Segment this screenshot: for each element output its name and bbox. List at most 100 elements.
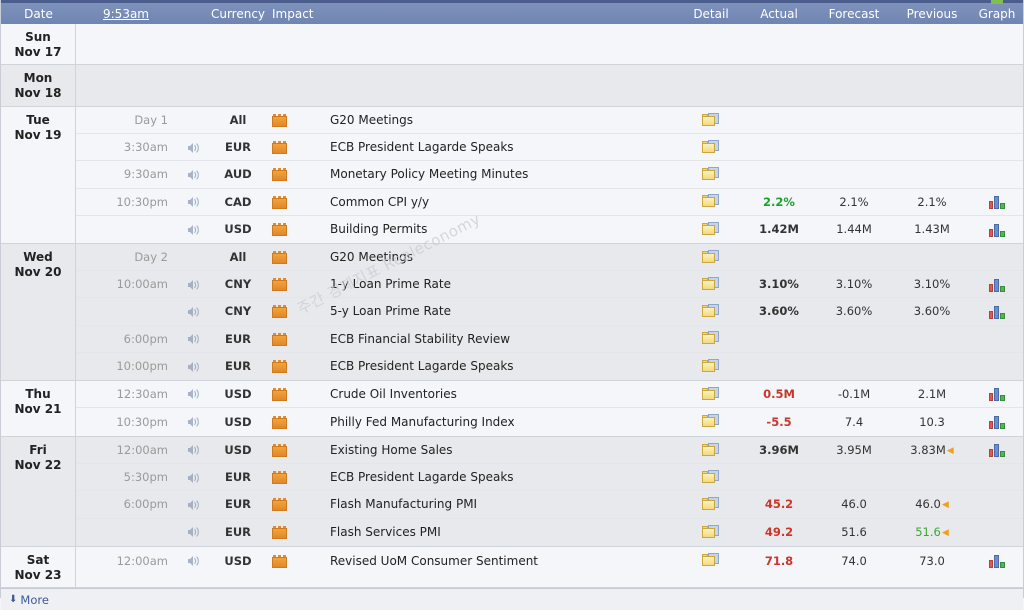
column-header-time[interactable]: 9:53am [76, 7, 176, 21]
detail-folder-icon[interactable] [702, 386, 720, 402]
detail-folder-icon[interactable] [702, 276, 720, 292]
event-row[interactable]: 6:00pm EUR ECB Financial Stability Review [76, 326, 1023, 353]
event-row[interactable]: USD Building Permits 1.42M 1.44M 1.43M [76, 216, 1023, 243]
sound-alert-icon[interactable] [187, 554, 199, 568]
detail-folder-icon[interactable] [702, 112, 720, 128]
event-row[interactable]: 12:30am USD Crude Oil Inventories 0.5M -0.1M… [76, 381, 1023, 409]
event-row[interactable]: 9:30am AUD Monetary Policy Meeting Minutes [76, 161, 1023, 189]
impact-folder-icon[interactable] [272, 498, 287, 512]
graph-bars-icon[interactable] [989, 387, 1005, 402]
sound-alert-icon[interactable] [187, 278, 199, 292]
event-title[interactable]: Existing Home Sales [328, 443, 679, 457]
event-title[interactable]: Building Permits [328, 222, 679, 236]
event-title[interactable]: 5-y Loan Prime Rate [328, 304, 679, 318]
event-title[interactable]: ECB President Lagarde Speaks [328, 470, 679, 484]
column-header-date[interactable]: Date [1, 7, 76, 21]
column-header-detail[interactable]: Detail [679, 7, 743, 21]
sound-alert-icon[interactable] [187, 195, 199, 209]
event-row[interactable]: Day 1 All G20 Meetings [76, 107, 1023, 135]
event-title[interactable]: ECB President Lagarde Speaks [328, 359, 679, 373]
sound-alert-icon[interactable] [187, 443, 199, 457]
impact-folder-icon[interactable] [272, 526, 287, 540]
impact-folder-icon[interactable] [272, 141, 287, 155]
graph-bars-icon[interactable] [989, 278, 1005, 292]
detail-folder-icon[interactable] [702, 442, 720, 458]
event-row[interactable]: 12:00am USD Existing Home Sales 3.96M 3.95M 3… [76, 437, 1023, 465]
event-row[interactable]: 6:00pm EUR Flash Manufacturing PMI 45.2 46.0… [76, 491, 1023, 519]
event-title[interactable]: Flash Manufacturing PMI [328, 497, 679, 511]
impact-folder-icon[interactable] [272, 444, 287, 458]
graph-bars-icon[interactable] [989, 195, 1005, 209]
impact-folder-icon[interactable] [272, 278, 287, 292]
column-header-previous[interactable]: Previous [893, 7, 971, 21]
column-header-actual[interactable]: Actual [743, 7, 815, 21]
event-row[interactable]: 10:30pm USD Philly Fed Manufacturing Index… [76, 408, 1023, 435]
detail-folder-icon[interactable] [702, 496, 720, 512]
graph-bars-icon[interactable] [989, 415, 1005, 430]
sound-alert-icon[interactable] [187, 168, 199, 182]
event-title[interactable]: Philly Fed Manufacturing Index [328, 415, 679, 429]
event-title[interactable]: Crude Oil Inventories [328, 387, 679, 401]
detail-folder-icon[interactable] [702, 414, 720, 429]
column-header-graph[interactable]: Graph [971, 7, 1023, 21]
detail-folder-icon[interactable] [702, 249, 720, 265]
impact-folder-icon[interactable] [272, 168, 287, 182]
column-header-currency[interactable]: Currency [210, 7, 266, 21]
event-row[interactable]: 10:30pm CAD Common CPI y/y 2.2% 2.1% 2.1% [76, 189, 1023, 216]
impact-folder-icon[interactable] [272, 223, 287, 237]
graph-bars-icon[interactable] [989, 305, 1005, 319]
impact-folder-icon[interactable] [272, 415, 287, 429]
event-title[interactable]: Flash Services PMI [328, 525, 679, 539]
impact-folder-icon[interactable] [272, 332, 287, 346]
column-header-forecast[interactable]: Forecast [815, 7, 893, 21]
sound-alert-icon[interactable] [187, 498, 199, 512]
impact-folder-icon[interactable] [272, 251, 287, 265]
sound-alert-icon[interactable] [187, 360, 199, 374]
detail-folder-icon[interactable] [702, 303, 720, 319]
event-title[interactable]: Common CPI y/y [328, 195, 679, 209]
event-title[interactable]: ECB President Lagarde Speaks [328, 140, 679, 154]
event-title[interactable]: Monetary Policy Meeting Minutes [328, 167, 679, 181]
event-row[interactable]: Day 2 All G20 Meetings [76, 244, 1023, 272]
graph-bars-icon[interactable] [989, 443, 1005, 458]
column-header-impact[interactable]: Impact [266, 7, 334, 21]
detail-folder-icon[interactable] [702, 553, 720, 568]
event-row[interactable]: 5:30pm EUR ECB President Lagarde Speaks [76, 464, 1023, 492]
impact-folder-icon[interactable] [272, 114, 287, 128]
event-title[interactable]: G20 Meetings [328, 113, 679, 127]
event-row[interactable]: 10:00am CNY 1-y Loan Prime Rate 3.10% 3.10% 3… [76, 271, 1023, 299]
detail-folder-icon[interactable] [702, 358, 720, 374]
impact-folder-icon[interactable] [272, 305, 287, 319]
sound-alert-icon[interactable] [187, 332, 199, 346]
event-row[interactable]: 10:00pm EUR ECB President Lagarde Speaks [76, 353, 1023, 380]
detail-folder-icon[interactable] [702, 166, 720, 182]
sound-alert-icon[interactable] [187, 305, 199, 319]
detail-folder-icon[interactable] [702, 524, 720, 540]
detail-folder-icon[interactable] [702, 331, 720, 346]
graph-bars-icon[interactable] [989, 223, 1005, 237]
sound-alert-icon[interactable] [187, 223, 199, 237]
event-row[interactable]: 12:00am USD Revised UoM Consumer Sentiment… [76, 547, 1023, 574]
detail-folder-icon[interactable] [702, 194, 720, 209]
event-title[interactable]: ECB Financial Stability Review [328, 332, 679, 346]
detail-folder-icon[interactable] [702, 221, 720, 237]
event-title[interactable]: 1-y Loan Prime Rate [328, 277, 679, 291]
detail-folder-icon[interactable] [702, 139, 720, 155]
sound-alert-icon[interactable] [187, 387, 199, 401]
event-title[interactable]: G20 Meetings [328, 250, 679, 264]
sound-alert-icon[interactable] [187, 415, 199, 429]
more-button[interactable]: More [20, 593, 49, 607]
impact-folder-icon[interactable] [272, 360, 287, 374]
event-row[interactable]: EUR Flash Services PMI 49.2 51.6 51.6◀ [76, 519, 1023, 546]
sound-alert-icon[interactable] [187, 141, 199, 155]
impact-folder-icon[interactable] [272, 195, 287, 209]
sound-alert-icon[interactable] [187, 471, 199, 485]
graph-bars-icon[interactable] [989, 554, 1005, 568]
impact-folder-icon[interactable] [272, 554, 287, 568]
impact-folder-icon[interactable] [272, 388, 287, 402]
event-row[interactable]: CNY 5-y Loan Prime Rate 3.60% 3.60% 3.60% [76, 298, 1023, 326]
impact-folder-icon[interactable] [272, 471, 287, 485]
event-title[interactable]: Revised UoM Consumer Sentiment [328, 554, 679, 568]
detail-folder-icon[interactable] [702, 469, 720, 485]
event-row[interactable]: 3:30am EUR ECB President Lagarde Speaks [76, 134, 1023, 162]
